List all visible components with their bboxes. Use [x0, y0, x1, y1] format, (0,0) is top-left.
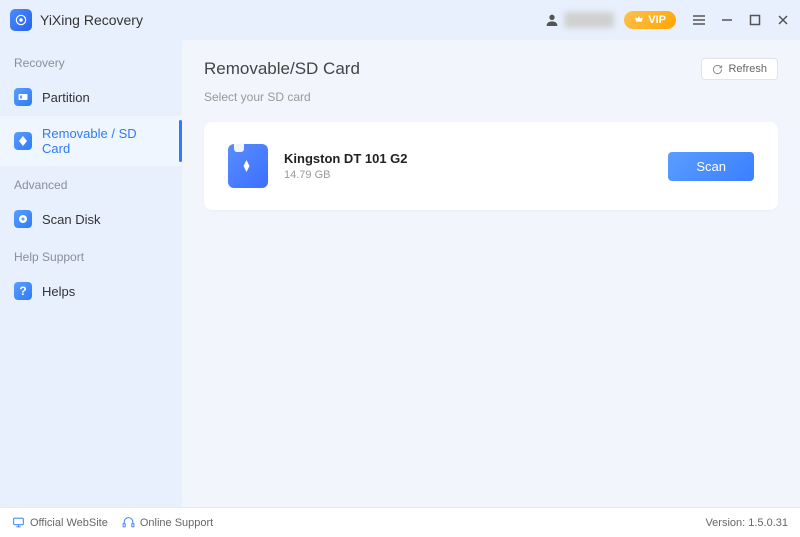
sidebar-section-recovery: Recovery Partition Removable / SD Card [0, 48, 182, 166]
scan-button[interactable]: Scan [668, 152, 754, 181]
user-icon [544, 12, 560, 28]
app-title: YiXing Recovery [40, 12, 143, 28]
status-left: Official WebSite Online Support [12, 516, 213, 529]
device-sd-icon [228, 144, 268, 188]
content-header: Removable/SD Card Refresh [204, 58, 778, 80]
crown-icon [634, 15, 644, 25]
website-label: Official WebSite [30, 517, 108, 529]
app-logo-icon [10, 9, 32, 31]
sidebar-item-label: Partition [42, 90, 90, 105]
menu-button[interactable] [692, 13, 706, 27]
help-icon [14, 282, 32, 300]
sidebar-section-help: Help Support Helps [0, 242, 182, 310]
user-name-blurred [564, 12, 614, 28]
close-icon [776, 13, 790, 27]
sidebar-title-recovery: Recovery [0, 48, 182, 78]
sidebar-section-advanced: Advanced Scan Disk [0, 170, 182, 238]
sidebar-item-label: Removable / SD Card [42, 126, 168, 156]
sidebar-item-removable[interactable]: Removable / SD Card [0, 116, 182, 166]
device-name: Kingston DT 101 G2 [284, 151, 652, 166]
partition-icon [14, 88, 32, 106]
maximize-icon [748, 13, 762, 27]
support-label: Online Support [140, 517, 213, 529]
vip-label: VIP [648, 14, 666, 26]
hamburger-icon [692, 13, 706, 27]
titlebar-right: VIP [544, 11, 790, 29]
sidebar-item-label: Helps [42, 284, 75, 299]
monitor-icon [12, 516, 25, 529]
scan-disk-icon [14, 210, 32, 228]
device-card: Kingston DT 101 G2 14.79 GB Scan [204, 122, 778, 210]
content-area: Removable/SD Card Refresh Select your SD… [182, 40, 800, 507]
maximize-button[interactable] [748, 13, 762, 27]
sidebar: Recovery Partition Removable / SD Card A… [0, 40, 182, 507]
device-info: Kingston DT 101 G2 14.79 GB [284, 151, 652, 181]
official-website-link[interactable]: Official WebSite [12, 516, 108, 529]
vip-badge[interactable]: VIP [624, 11, 676, 29]
content-subtitle: Select your SD card [204, 90, 778, 104]
sidebar-title-help: Help Support [0, 242, 182, 272]
headset-icon [122, 516, 135, 529]
version-label: Version: 1.5.0.31 [705, 517, 788, 529]
window-controls [692, 13, 790, 27]
refresh-icon [712, 64, 723, 75]
page-title: Removable/SD Card [204, 59, 360, 79]
sd-card-icon [14, 132, 32, 150]
main-area: Recovery Partition Removable / SD Card A… [0, 40, 800, 507]
refresh-button[interactable]: Refresh [701, 58, 778, 80]
user-area[interactable] [544, 12, 614, 28]
refresh-label: Refresh [728, 63, 767, 75]
sidebar-item-label: Scan Disk [42, 212, 101, 227]
titlebar: YiXing Recovery VIP [0, 0, 800, 40]
minimize-button[interactable] [720, 13, 734, 27]
titlebar-left: YiXing Recovery [10, 9, 143, 31]
close-button[interactable] [776, 13, 790, 27]
device-size: 14.79 GB [284, 169, 652, 181]
statusbar: Official WebSite Online Support Version:… [0, 507, 800, 537]
sidebar-item-helps[interactable]: Helps [0, 272, 182, 310]
sidebar-item-partition[interactable]: Partition [0, 78, 182, 116]
online-support-link[interactable]: Online Support [122, 516, 213, 529]
minimize-icon [720, 13, 734, 27]
sidebar-item-scan-disk[interactable]: Scan Disk [0, 200, 182, 238]
sidebar-title-advanced: Advanced [0, 170, 182, 200]
